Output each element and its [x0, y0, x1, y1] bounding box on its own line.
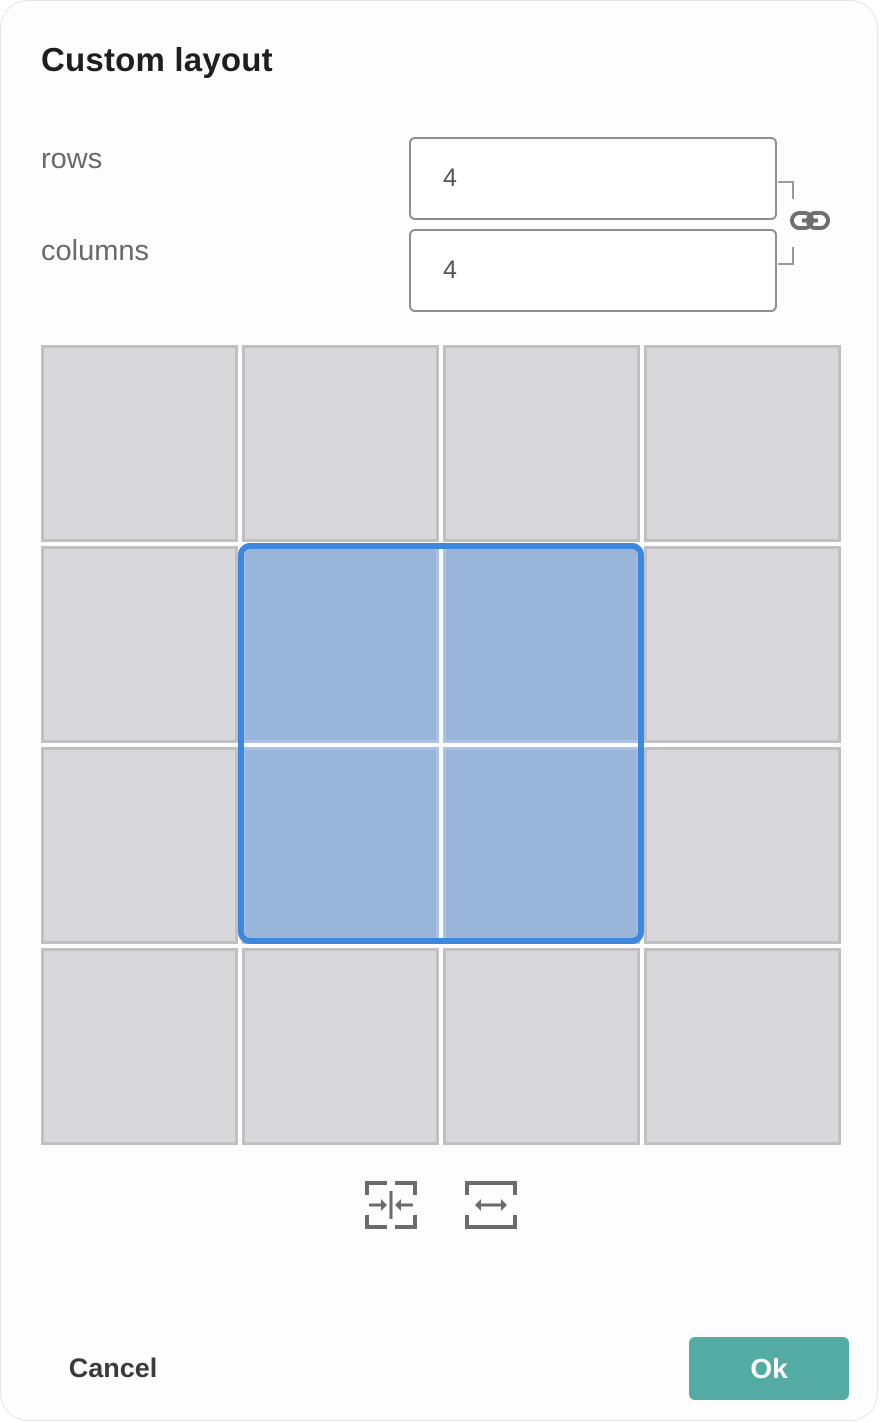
ok-button[interactable]: Ok: [689, 1337, 849, 1400]
columns-label: columns: [41, 235, 149, 267]
grid-cell[interactable]: [242, 948, 439, 1145]
grid-cell[interactable]: [41, 948, 238, 1145]
split-cells-icon[interactable]: [465, 1181, 517, 1229]
grid-cell[interactable]: [443, 948, 640, 1145]
grid-cell[interactable]: [443, 546, 640, 743]
merge-cells-icon[interactable]: [365, 1181, 417, 1229]
layout-grid[interactable]: [41, 345, 841, 1145]
grid-cell[interactable]: [644, 546, 841, 743]
grid-cell[interactable]: [41, 747, 238, 944]
link-bracket-bottom: [778, 247, 794, 265]
rows-label: rows: [41, 143, 103, 175]
grid-cell[interactable]: [443, 345, 640, 542]
custom-layout-dialog: Custom layout rows columns Cancel Ok: [0, 0, 878, 1421]
grid-cell[interactable]: [242, 345, 439, 542]
grid-cell[interactable]: [644, 345, 841, 542]
columns-input[interactable]: [409, 229, 777, 312]
grid-cell[interactable]: [644, 747, 841, 944]
grid-cell[interactable]: [644, 948, 841, 1145]
dialog-title: Custom layout: [41, 41, 273, 78]
grid-cell[interactable]: [242, 747, 439, 944]
link-bracket-top: [778, 181, 794, 199]
cancel-button[interactable]: Cancel: [45, 1336, 181, 1400]
link-icon[interactable]: [789, 207, 831, 235]
grid-cell[interactable]: [41, 345, 238, 542]
grid-cell[interactable]: [443, 747, 640, 944]
grid-cell[interactable]: [242, 546, 439, 743]
rows-input[interactable]: [409, 137, 777, 220]
grid-cell[interactable]: [41, 546, 238, 743]
